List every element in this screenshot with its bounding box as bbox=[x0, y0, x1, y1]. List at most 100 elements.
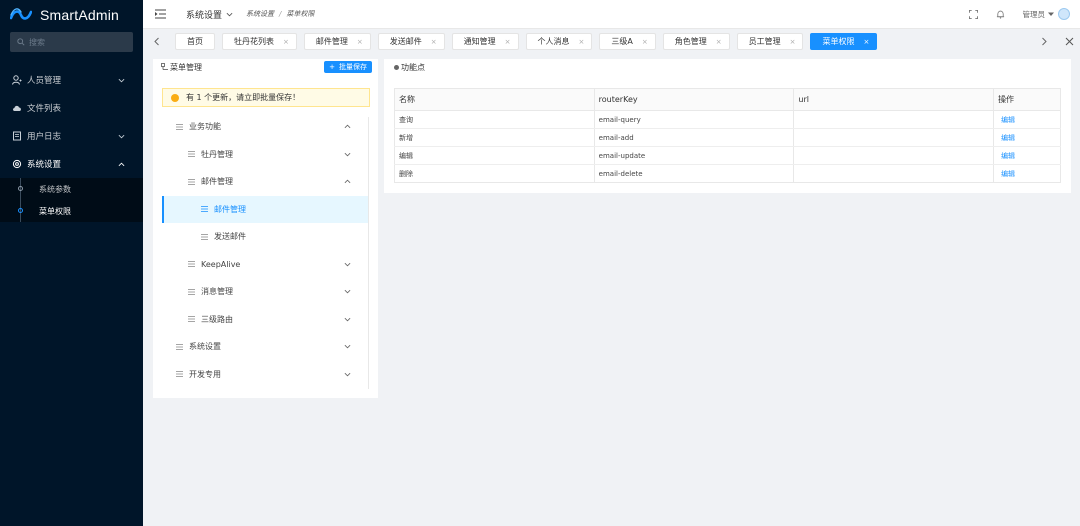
drag-handle-icon[interactable] bbox=[188, 316, 195, 323]
tab-menu-permission[interactable]: 菜单权限 × bbox=[810, 33, 878, 50]
close-icon[interactable]: × bbox=[716, 38, 722, 46]
menu-fold-icon[interactable] bbox=[155, 9, 166, 19]
column-header: 操作 bbox=[993, 88, 1061, 111]
fullscreen-icon[interactable] bbox=[968, 9, 978, 19]
batch-save-button[interactable]: + 批量保存 bbox=[324, 61, 372, 73]
sidebar-search-input[interactable]: 搜索 bbox=[10, 32, 133, 52]
chevron-up-icon[interactable] bbox=[344, 123, 351, 130]
chevron-down-icon[interactable] bbox=[344, 316, 351, 323]
tree-node[interactable]: 牡丹管理 bbox=[162, 141, 368, 169]
tab-level3-a[interactable]: 三级A × bbox=[599, 33, 656, 50]
tree-node[interactable]: 邮件管理 bbox=[162, 168, 368, 196]
table-row: 编辑 email-update 编辑 bbox=[394, 146, 1061, 165]
tab-notice-management[interactable]: 通知管理 × bbox=[451, 33, 519, 50]
tree-node[interactable]: 消息管理 bbox=[162, 278, 368, 306]
tab-label: 个人消息 bbox=[537, 37, 570, 46]
drag-handle-icon[interactable] bbox=[176, 343, 183, 350]
drag-handle-icon[interactable] bbox=[176, 371, 183, 378]
drag-handle-icon[interactable] bbox=[188, 178, 195, 185]
tab-personal-messages[interactable]: 个人消息 × bbox=[525, 33, 593, 50]
chevron-down-icon[interactable] bbox=[344, 371, 351, 378]
drag-handle-icon[interactable] bbox=[188, 261, 195, 268]
chevron-up-icon[interactable] bbox=[344, 178, 351, 185]
tree-node-label: KeepAlive bbox=[201, 259, 241, 269]
sidebar-subitem-menu-permission[interactable]: 菜单权限 bbox=[0, 200, 143, 222]
app-name: SmartAdmin bbox=[40, 7, 120, 23]
username[interactable]: 管理员 bbox=[1023, 9, 1046, 20]
avatar[interactable] bbox=[1058, 8, 1070, 20]
close-icon[interactable]: × bbox=[863, 38, 869, 46]
edit-link[interactable]: 编辑 bbox=[993, 164, 1061, 183]
tab-peony-list[interactable]: 牡丹花列表 × bbox=[222, 33, 297, 50]
tree-node-selected[interactable]: 邮件管理 bbox=[162, 195, 368, 223]
tree-node-label: 消息管理 bbox=[201, 287, 233, 297]
tree-node[interactable]: 发送邮件 bbox=[162, 223, 368, 251]
bell-icon[interactable] bbox=[996, 10, 1005, 19]
tab-home[interactable]: 首页 bbox=[175, 33, 215, 50]
chevron-down-icon[interactable] bbox=[344, 151, 351, 158]
tree-node-label: 开发专用 bbox=[189, 369, 221, 379]
bullet-icon bbox=[394, 64, 399, 70]
tabs: 首页 牡丹花列表 × 邮件管理 × 发送邮件 × 通知管理 × 个人消息 × 三级A × 角… bbox=[175, 33, 884, 50]
system-switcher[interactable]: 系统设置 bbox=[186, 8, 233, 21]
drag-handle-icon[interactable] bbox=[201, 206, 208, 213]
chevron-left-icon[interactable] bbox=[153, 37, 160, 46]
tab-employee-management[interactable]: 员工管理 × bbox=[736, 33, 804, 50]
close-icon[interactable]: × bbox=[505, 38, 511, 46]
chevron-right-icon[interactable] bbox=[1041, 37, 1048, 46]
cell-router-key: email-add bbox=[594, 128, 795, 147]
close-icon[interactable]: × bbox=[579, 38, 585, 46]
caret-down-icon[interactable] bbox=[1048, 11, 1054, 17]
smartadmin-logo-icon bbox=[10, 8, 32, 20]
tree-node[interactable]: 三级路由 bbox=[162, 306, 368, 334]
close-icon[interactable]: × bbox=[431, 38, 437, 46]
cell-url bbox=[793, 164, 995, 183]
tree-node[interactable]: 业务功能 bbox=[162, 113, 368, 141]
tree-node[interactable]: 系统设置 bbox=[162, 333, 368, 361]
header-actions: 管理员 bbox=[968, 8, 1080, 20]
sidebar-item-system-settings[interactable]: 系统设置 bbox=[0, 150, 143, 178]
document-icon bbox=[13, 131, 21, 141]
function-points-table: 名称 routerKey url 操作 查询 email-query 编辑 新增… bbox=[394, 88, 1061, 183]
chevron-down-icon[interactable] bbox=[344, 288, 351, 295]
tab-send-mail[interactable]: 发送邮件 × bbox=[377, 33, 445, 50]
function-points-panel: 功能点 名称 routerKey url 操作 查询 email-query 编… bbox=[384, 59, 1071, 193]
logo[interactable]: SmartAdmin bbox=[0, 0, 143, 30]
drag-handle-icon[interactable] bbox=[188, 151, 195, 158]
tab-mail-management[interactable]: 邮件管理 × bbox=[303, 33, 371, 50]
system-settings-submenu: 系统参数 菜单权限 bbox=[0, 178, 143, 222]
plus-icon: + bbox=[329, 63, 335, 71]
close-icon[interactable]: × bbox=[283, 38, 289, 46]
close-all-tabs-icon[interactable] bbox=[1065, 37, 1074, 46]
tab-label: 首页 bbox=[187, 37, 203, 46]
sidebar-item-personnel[interactable]: 人员管理 bbox=[0, 66, 143, 94]
close-icon[interactable]: × bbox=[790, 38, 796, 46]
sidebar-item-files[interactable]: 文件列表 bbox=[0, 94, 143, 122]
breadcrumb-item[interactable]: 系统设置 bbox=[246, 10, 274, 18]
tree-scrollbar[interactable] bbox=[368, 117, 369, 389]
tab-role-management[interactable]: 角色管理 × bbox=[662, 33, 730, 50]
sidebar-subitem-system-params[interactable]: 系统参数 bbox=[0, 178, 143, 200]
tree-node[interactable]: 开发专用 bbox=[162, 361, 368, 389]
chevron-down-icon bbox=[226, 12, 233, 16]
drag-handle-icon[interactable] bbox=[188, 288, 195, 295]
submenu-dot-icon bbox=[18, 208, 23, 213]
tree-node-label: 三级路由 bbox=[201, 314, 233, 324]
cell-name: 删除 bbox=[394, 164, 595, 183]
edit-link[interactable]: 编辑 bbox=[993, 110, 1061, 129]
close-icon[interactable]: × bbox=[357, 38, 363, 46]
chevron-down-icon[interactable] bbox=[344, 261, 351, 268]
drag-handle-icon[interactable] bbox=[201, 233, 208, 240]
edit-link[interactable]: 编辑 bbox=[993, 146, 1061, 165]
tab-label: 邮件管理 bbox=[315, 37, 348, 46]
drag-handle-icon[interactable] bbox=[176, 123, 183, 130]
close-icon[interactable]: × bbox=[642, 38, 648, 46]
sidebar: SmartAdmin 搜索 人员管理 文件列表 用户日志 系统设置 系统参数 菜… bbox=[0, 0, 143, 526]
sidebar-item-user-log[interactable]: 用户日志 bbox=[0, 122, 143, 150]
table-row: 删除 email-delete 编辑 bbox=[394, 164, 1061, 183]
edit-link[interactable]: 编辑 bbox=[993, 128, 1061, 147]
chevron-down-icon[interactable] bbox=[344, 343, 351, 350]
column-header: routerKey bbox=[594, 88, 795, 111]
tree-node[interactable]: KeepAlive bbox=[162, 251, 368, 279]
tree-node-label: 系统设置 bbox=[189, 342, 221, 352]
